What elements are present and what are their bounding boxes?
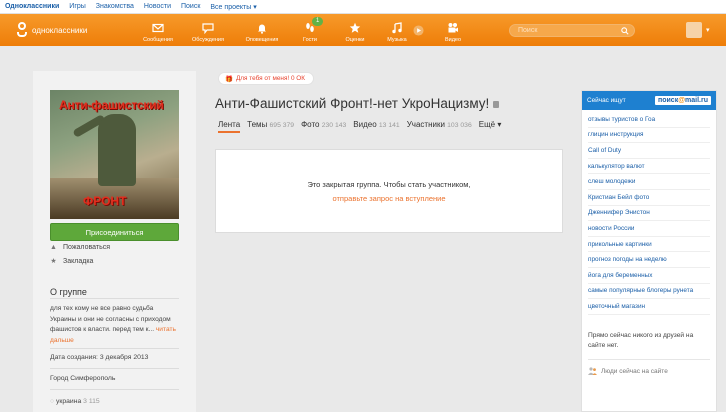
top-link-odnoklassniki[interactable]: Одноклассники [5,3,59,10]
list-item[interactable]: слеш молодежи [588,174,710,190]
complain-link[interactable]: ▲ Пожаловаться [50,244,110,251]
nav-label: Оценки [345,37,365,43]
about-description: для тех кому не все равно судьба Украины… [50,305,171,333]
main-header: одноклассники Сообщения Обсуждения Опове… [0,14,726,46]
trending-searches-list: отзывы туристов о Гоа глицин инструкция … [582,110,716,317]
nav-video[interactable]: Видео [431,14,475,46]
top-link-search[interactable]: Поиск [181,3,200,10]
gift-promo[interactable]: 🎁 Для тебя от меня! 0 ОК [218,72,314,85]
bookmark-label: Закладка [63,258,94,265]
people-online-label: Люди сейчас на сайте [601,367,668,375]
lock-icon [493,101,500,108]
list-item[interactable]: Кристиан Бейл фото [588,190,710,206]
play-icon[interactable] [413,25,424,36]
list-item[interactable]: глицин инструкция [588,128,710,144]
top-links-bar: Одноклассники Игры Знакомства Новости По… [0,0,726,14]
tab-more[interactable]: Ещё ▾ [479,120,502,133]
search-input[interactable]: Поиск [509,24,635,37]
divider [588,359,710,360]
list-item[interactable]: калькулятор валют [588,159,710,175]
trending-searches-title: Сейчас ищут [587,97,626,104]
top-link-news[interactable]: Новости [144,3,171,10]
friends-online-text: Прямо сейчас никого из друзей на сайте н… [588,332,694,349]
envelope-icon [152,23,164,33]
warning-icon: ▲ [50,244,57,251]
tab-videos[interactable]: Видео 13 141 [353,120,399,133]
chevron-down-icon[interactable]: ▾ [706,26,710,34]
group-tabs: Лента Темы 695 379 Фото 230 143 Видео 13… [218,120,501,133]
camera-icon [448,23,458,33]
star-icon [349,22,361,33]
tab-members[interactable]: Участники 103 036 [407,120,472,133]
site-logo[interactable]: одноклассники [16,22,87,38]
top-link-dating[interactable]: Знакомства [96,3,134,10]
nav-label: Видео [444,37,462,43]
divider [50,389,179,390]
join-request-link[interactable]: отправьте запрос на вступление [332,194,445,203]
people-online-link[interactable]: Люди сейчас на сайте [588,367,668,375]
tab-photos[interactable]: Фото 230 143 [301,120,346,133]
bell-icon [258,24,266,34]
nav-label: Музыка [387,37,407,43]
search-icon[interactable] [621,27,629,35]
list-item[interactable]: прогноз погоды на неделю [588,252,710,268]
mail-search-logo[interactable]: поиск@mail.ru [655,96,711,105]
complain-label: Пожаловаться [63,244,111,251]
list-item[interactable]: цветочный магазин [588,299,710,315]
gift-text: Для тебя от меня! 0 ОК [235,75,305,82]
closed-group-text: Это закрытая группа. Чтобы стать участни… [307,179,471,189]
nav-messages[interactable]: Сообщения [136,14,180,46]
list-item[interactable]: прикольные картинки [588,237,710,253]
creation-date: Дата создания: 3 декабря 2013 [50,354,149,361]
nav-notifications[interactable]: Оповещения [240,14,284,46]
gift-icon: 🎁 [225,75,233,83]
tag-count: 3 115 [83,398,100,405]
list-item[interactable]: отзывы туристов о Гоа [588,112,710,128]
list-item[interactable]: йога для беременных [588,268,710,284]
cover-title-top: Анти-фашистский [59,98,164,112]
music-icon [392,22,402,34]
list-item[interactable]: Call of Duty [588,143,710,159]
tab-feed[interactable]: Лента [218,120,241,133]
group-city: Город Симферополь [50,375,116,382]
trending-searches-header: Сейчас ищут поиск@mail.ru [582,91,716,110]
nav-discussions[interactable]: Обсуждения [186,14,230,46]
list-item[interactable]: новости России [588,221,710,237]
closed-group-notice: Это закрытая группа. Чтобы стать участни… [215,149,563,233]
group-title: Анти-Фашистский Фронт!-нет УкроНацизму! [215,96,500,111]
people-icon [588,367,597,375]
nav-label: Оповещения [245,37,279,43]
group-title-text: Анти-Фашистский Фронт!-нет УкроНацизму! [215,96,490,111]
bookmark-link[interactable]: ★ Закладка [50,258,93,265]
top-link-games[interactable]: Игры [69,3,86,10]
nav-ratings[interactable]: Оценки [333,14,377,46]
top-link-all-projects[interactable]: Все проекты ▾ [210,3,256,11]
nav-label: Обсуждения [192,37,224,43]
list-item[interactable]: Дженнифер Энистон [588,206,710,222]
about-text: для тех кому не все равно судьба Украины… [50,304,180,346]
nav-label: Гости [302,37,317,43]
nav-label: Сообщения [143,37,173,43]
tag-label: украина [56,398,82,405]
chat-icon [202,23,214,34]
nav-guests[interactable]: Гости 1 [288,14,332,46]
tab-topics[interactable]: Темы 695 379 [247,120,294,133]
cover-title-bottom: ФРОНТ [83,194,127,208]
group-tag[interactable]: ○ украина 3 115 [50,398,100,405]
left-column: Анти-фашистский ФРОНТ Присоединиться ▲ П… [33,71,196,412]
star-icon: ★ [50,258,57,265]
user-avatar[interactable] [686,22,702,38]
divider [50,298,179,299]
about-title: О группе [50,287,87,297]
list-item[interactable]: самые популярные блогеры рунета [588,284,710,300]
ok-logo-icon [16,22,28,38]
guests-badge: 1 [312,17,324,26]
logo-text: одноклассники [32,25,88,35]
right-sidebar: Сейчас ищут поиск@mail.ru отзывы туристо… [581,90,717,412]
group-cover-image[interactable]: Анти-фашистский ФРОНТ [50,90,179,219]
divider [50,348,179,349]
join-button[interactable]: Присоединиться [50,223,179,241]
divider [50,368,179,369]
